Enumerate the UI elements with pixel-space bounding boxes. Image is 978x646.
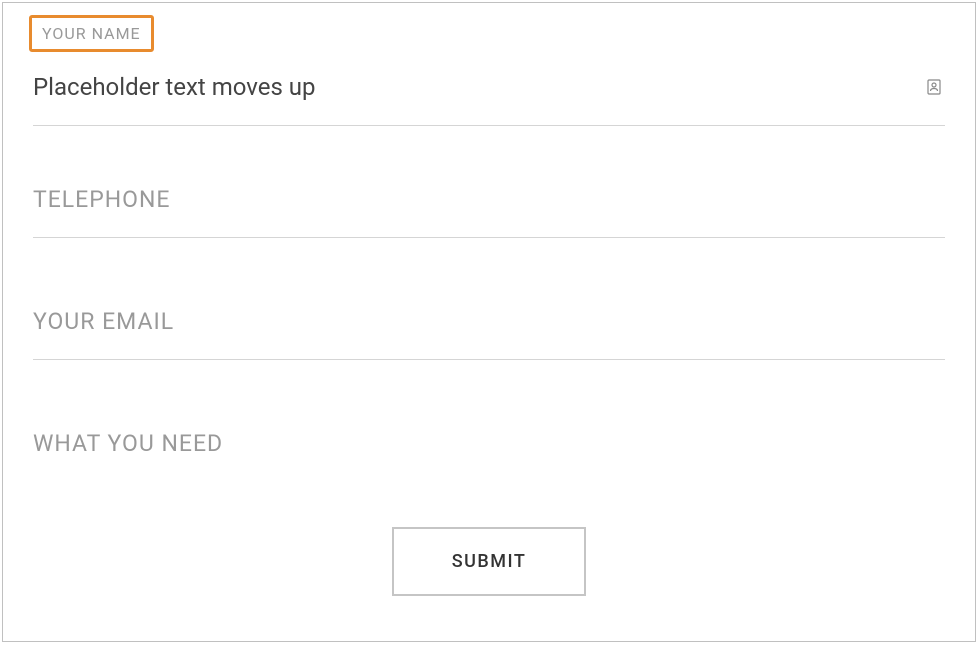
email-input[interactable]: YOUR EMAIL [33, 308, 945, 360]
name-field-group: YOUR NAME [33, 23, 945, 126]
contact-form-container: YOUR NAME TELEPHONE YOUR EMAIL WHAT YOU … [2, 2, 976, 642]
name-input[interactable] [33, 23, 945, 126]
name-floating-label: YOUR NAME [29, 15, 154, 52]
need-input[interactable]: WHAT YOU NEED [33, 430, 945, 457]
submit-wrap: SUBMIT [33, 527, 945, 596]
submit-button[interactable]: SUBMIT [392, 527, 587, 596]
contact-card-icon [927, 79, 941, 95]
email-field-group: YOUR EMAIL [33, 308, 945, 360]
telephone-field-group: TELEPHONE [33, 186, 945, 238]
need-field-group: WHAT YOU NEED [33, 430, 945, 457]
telephone-input[interactable]: TELEPHONE [33, 186, 945, 238]
